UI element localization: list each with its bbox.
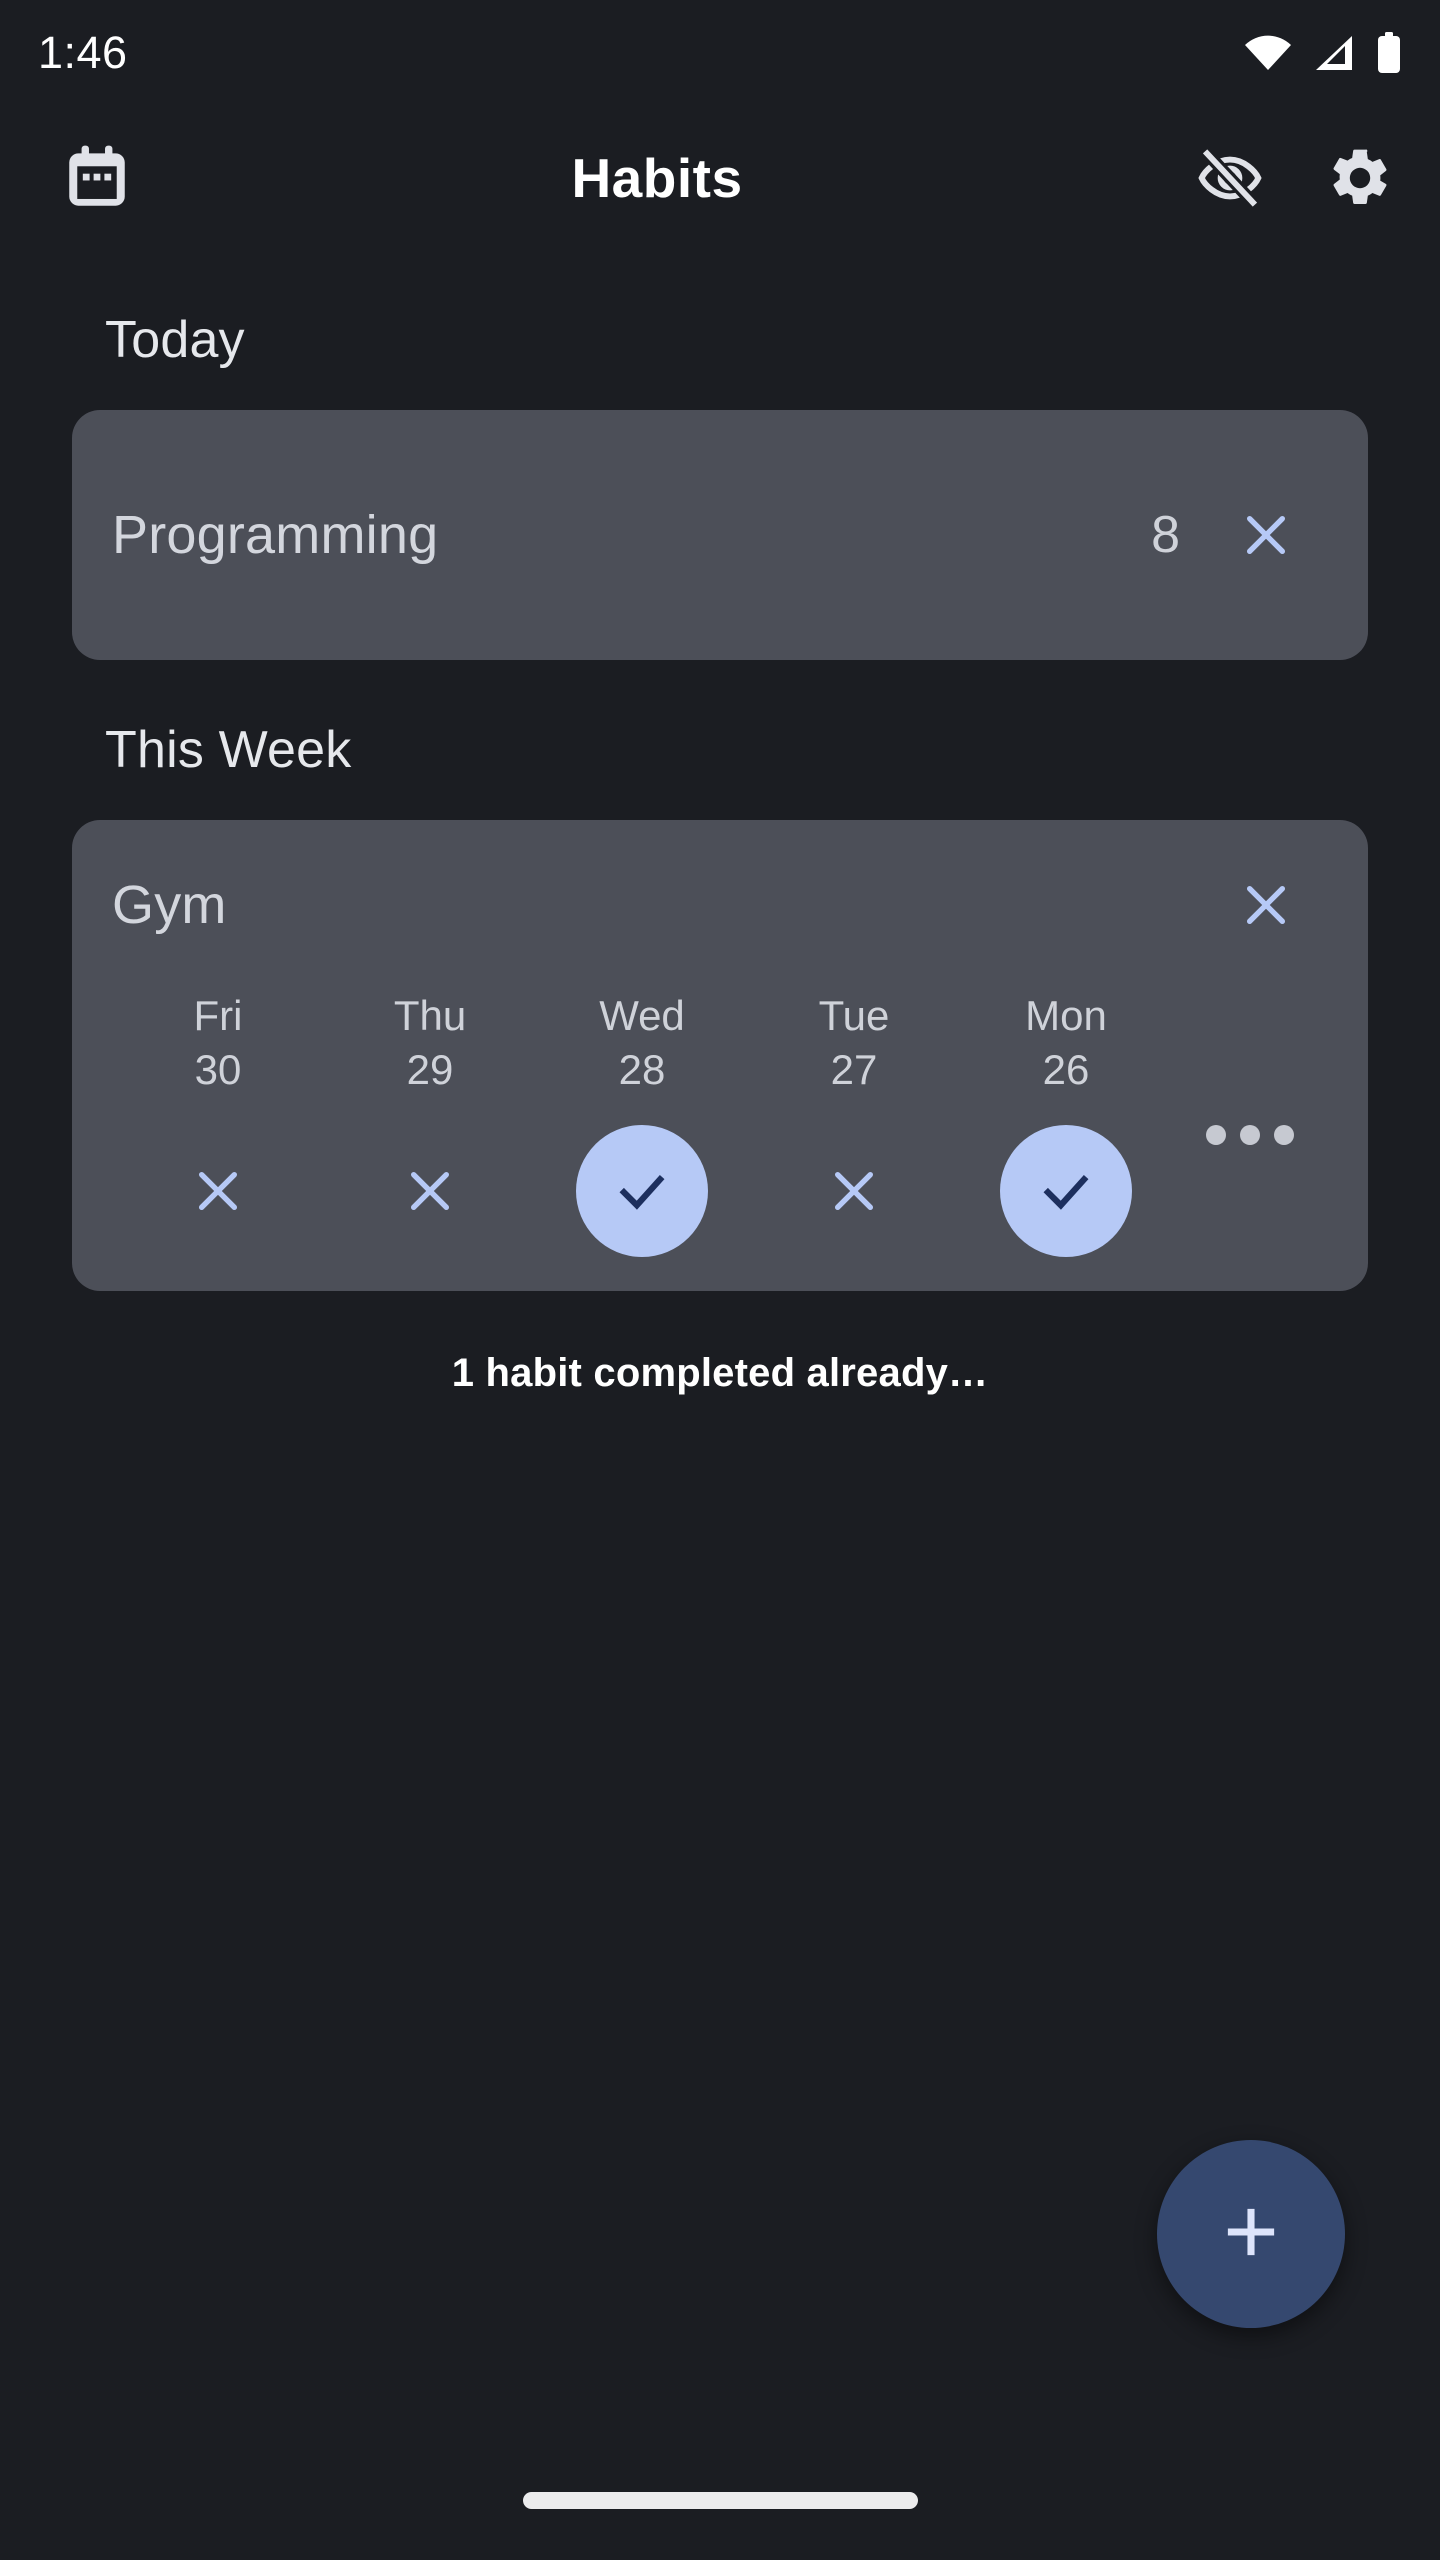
- day-cell[interactable]: Wed 28: [536, 990, 748, 1258]
- day-name: Thu: [393, 992, 467, 1039]
- habit-card-programming[interactable]: Programming 8: [72, 410, 1368, 660]
- day-number: 29: [406, 1045, 454, 1093]
- status-time: 1:46: [38, 26, 128, 78]
- page-title: Habits: [571, 146, 743, 209]
- day-status-done[interactable]: [1000, 1125, 1132, 1258]
- day-number: 30: [194, 1045, 242, 1093]
- status-icons: [1244, 31, 1402, 74]
- day-cell[interactable]: Mon 26: [960, 990, 1172, 1258]
- wifi-icon: [1244, 34, 1292, 72]
- completion-note: 1 habit completed already…: [451, 1351, 989, 1396]
- day-number: 28: [618, 1045, 666, 1093]
- section-title-today: Today: [105, 311, 245, 369]
- day-status-missed[interactable]: [788, 1125, 920, 1257]
- day-number: 26: [1042, 1045, 1090, 1093]
- cellular-signal-icon: [1312, 34, 1356, 72]
- day-cell[interactable]: Thu 29: [324, 990, 536, 1257]
- day-name: Fri: [193, 992, 243, 1039]
- day-name: Wed: [599, 992, 685, 1039]
- dot: [1240, 1124, 1260, 1145]
- day-cell[interactable]: Fri 30: [112, 990, 324, 1257]
- home-gesture-handle[interactable]: [522, 2491, 918, 2509]
- day-number: 27: [830, 1045, 878, 1093]
- habit-name: Gym: [112, 875, 227, 935]
- day-status-missed[interactable]: [364, 1125, 496, 1257]
- app-screen: 1:46 Habits Today Programming 8 This Wee…: [0, 0, 1440, 2560]
- add-habit-fab[interactable]: [1157, 2140, 1345, 2328]
- habit-card-header: Gym: [72, 820, 1368, 990]
- habit-card-gym[interactable]: Gym Fri 30 Thu 29 Wed 28 Tue 27 Mon 26: [72, 820, 1368, 1292]
- battery-icon: [1376, 31, 1402, 74]
- day-name: Tue: [818, 992, 890, 1039]
- dot: [1206, 1124, 1226, 1145]
- habit-name: Programming: [112, 505, 439, 565]
- day-status-missed[interactable]: [152, 1125, 284, 1257]
- section-title-this-week: This Week: [105, 721, 352, 779]
- calendar-icon[interactable]: [60, 141, 134, 215]
- status-bar: 1:46: [0, 0, 1440, 105]
- close-x-icon[interactable]: [1234, 873, 1298, 937]
- more-horizontal-icon[interactable]: [1172, 1124, 1328, 1145]
- week-day-grid: Fri 30 Thu 29 Wed 28 Tue 27 Mon 26: [72, 990, 1368, 1258]
- habit-count: 8: [1151, 506, 1180, 564]
- close-x-icon[interactable]: [1234, 503, 1298, 567]
- app-bar: Habits: [0, 115, 1440, 240]
- day-status-done[interactable]: [576, 1125, 708, 1258]
- main-content: Today Programming 8 This Week Gym Fri 30…: [0, 250, 1440, 1396]
- eye-off-icon[interactable]: [1196, 144, 1264, 212]
- system-nav-bar: [0, 2440, 1440, 2560]
- day-cell[interactable]: Tue 27: [748, 990, 960, 1257]
- plus-icon: [1214, 2195, 1288, 2274]
- dot: [1274, 1124, 1294, 1145]
- app-bar-actions: [1164, 144, 1394, 212]
- gear-icon[interactable]: [1326, 144, 1394, 212]
- day-name: Mon: [1025, 992, 1107, 1039]
